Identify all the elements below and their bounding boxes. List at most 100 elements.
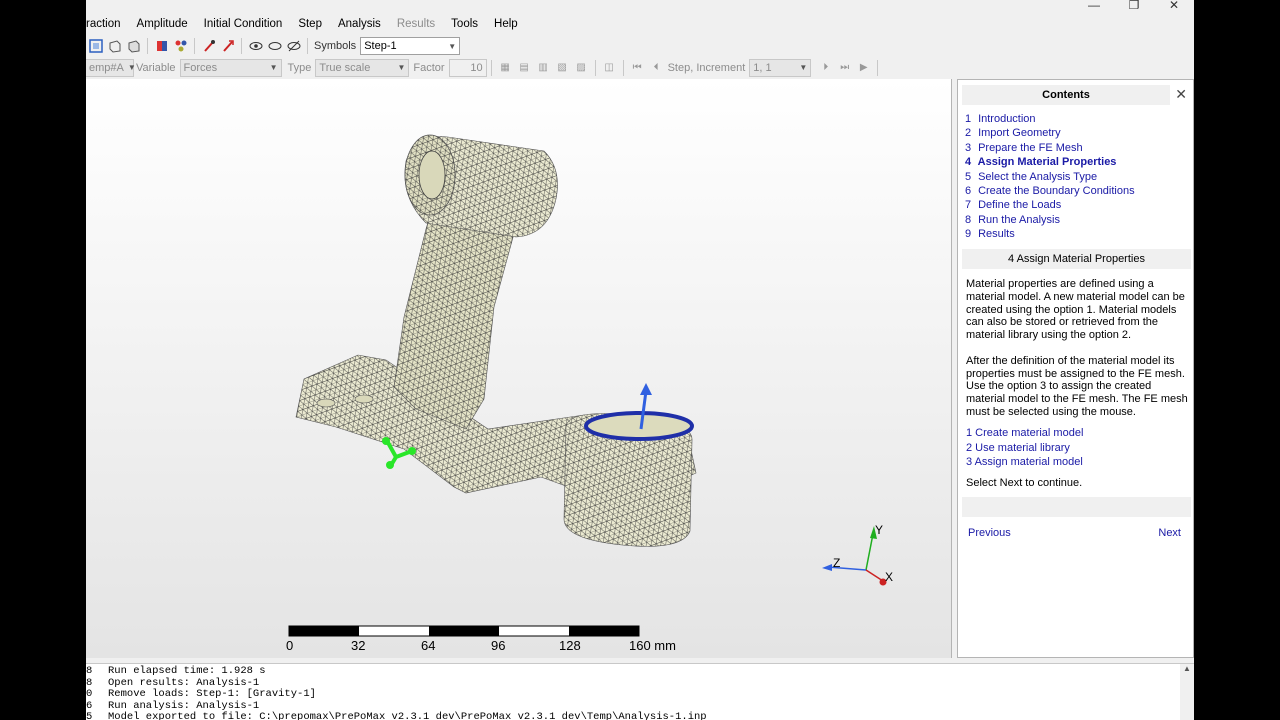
restore-icon[interactable]: ❐ xyxy=(1114,0,1154,12)
contents-toc: 1 Introduction 2 Import Geometry 3 Prepa… xyxy=(965,112,1135,242)
show-icon[interactable] xyxy=(247,38,264,55)
menu-tools[interactable]: Tools xyxy=(443,18,486,30)
animate-icon[interactable]: ▶ xyxy=(855,59,872,76)
log-line-text: Open results: Analysis-1 xyxy=(108,676,260,689)
undeformed-icon[interactable]: ▦ xyxy=(497,59,514,76)
step-select[interactable]: Step-1 ▼ xyxy=(360,37,461,55)
toc-item-import-geometry[interactable]: 2 Import Geometry xyxy=(965,126,1135,140)
minimize-icon[interactable]: — xyxy=(1074,0,1114,12)
toc-label: Run the Analysis xyxy=(978,213,1060,226)
contents-title: Contents xyxy=(962,85,1170,105)
chevron-down-icon: ▼ xyxy=(397,63,406,72)
section-view-icon[interactable] xyxy=(87,38,104,55)
scale-tick: 32 xyxy=(351,638,365,653)
scale-tick: 0 xyxy=(286,638,293,653)
step-increment-select[interactable]: 1, 1 ▼ xyxy=(749,58,812,77)
log-line-text: Remove loads: Step-1: [Gravity-1] xyxy=(108,688,316,701)
toc-item-analysis-type[interactable]: 5 Select the Analysis Type xyxy=(965,170,1135,184)
pick-element-icon[interactable] xyxy=(219,38,236,55)
log-line-number: 5 xyxy=(86,711,93,720)
color-materials-icon[interactable] xyxy=(172,38,189,55)
deformed-color-icon[interactable]: ▥ xyxy=(535,59,552,76)
toc-item-boundary-conditions[interactable]: 6 Create the Boundary Conditions xyxy=(965,184,1135,198)
toc-num: 1 xyxy=(965,113,972,125)
create-material-link[interactable]: 1 Create material model xyxy=(966,426,1083,441)
field-select[interactable]: emp#A ▼ xyxy=(86,58,136,77)
toc-label: Assign Material Properties xyxy=(977,156,1117,169)
next-link[interactable]: Next xyxy=(1158,527,1181,539)
next-increment-icon[interactable]: ⏵ xyxy=(817,59,834,76)
triad-x-label: X xyxy=(885,570,893,584)
transparent-view-icon[interactable] xyxy=(106,38,123,55)
previous-link[interactable]: Previous xyxy=(968,527,1011,539)
chevron-down-icon: ▼ xyxy=(269,63,278,72)
show-only-icon[interactable] xyxy=(285,38,302,55)
output-log[interactable]: 8 Run elapsed time: 1.928 s 8 Open results… xyxy=(86,663,1194,720)
step-increment-label: Step, Increment xyxy=(667,61,746,74)
option-links: 1 Create material model 2 Use material l… xyxy=(966,426,1083,470)
material-library-link[interactable]: 2 Use material library xyxy=(966,441,1083,456)
log-scrollbar[interactable]: ▲ xyxy=(1180,664,1194,720)
menu-analysis[interactable]: Analysis xyxy=(330,18,389,30)
toc-item-assign-material[interactable]: 4 Assign Material Properties xyxy=(965,155,1135,169)
chevron-down-icon: ▼ xyxy=(799,63,808,72)
type-select-value: True scale xyxy=(319,61,371,74)
undeformed-solid-icon[interactable]: ▨ xyxy=(573,59,590,76)
toc-item-results[interactable]: 9 Results xyxy=(965,227,1135,241)
model-scene[interactable]: Y Z X 0 32 64 96 128 160 mm xyxy=(86,79,952,658)
prepomax-window: — ❐ ✕ raction Amplitude Initial Conditio… xyxy=(86,0,1194,720)
chevron-up-icon[interactable]: ▲ xyxy=(1183,664,1191,673)
toolbar-separator xyxy=(622,59,624,76)
scale-tick: 160 mm xyxy=(629,638,676,653)
toc-label: Create the Boundary Conditions xyxy=(978,185,1135,198)
toc-item-run-analysis[interactable]: 8 Run the Analysis xyxy=(965,213,1135,227)
toolbar-symbols: Symbols Step-1 ▼ xyxy=(86,35,1194,57)
menu-step[interactable]: Step xyxy=(290,18,330,30)
assign-material-link[interactable]: 3 Assign material model xyxy=(966,455,1083,470)
menu-initial-condition[interactable]: Initial Condition xyxy=(196,18,291,30)
bracket-model[interactable] xyxy=(295,134,697,547)
factor-input[interactable]: 10 xyxy=(448,58,487,77)
menu-help[interactable]: Help xyxy=(486,18,526,30)
previous-increment-icon[interactable]: ⏴ xyxy=(648,59,665,76)
pick-node-icon[interactable] xyxy=(200,38,217,55)
log-line-number: 8 xyxy=(86,665,93,677)
undeformed-wireframe-icon[interactable]: ▧ xyxy=(554,59,571,76)
chevron-down-icon: ▼ xyxy=(127,63,136,72)
query-icon[interactable]: ◫ xyxy=(601,59,618,76)
shaded-view-icon[interactable] xyxy=(125,38,142,55)
toc-item-prepare-mesh[interactable]: 3 Prepare the FE Mesh xyxy=(965,141,1135,155)
scale-bar: 0 32 64 96 128 160 mm xyxy=(286,625,676,653)
toc-label: Define the Loads xyxy=(978,199,1062,212)
type-label: Type xyxy=(287,61,312,74)
close-window-icon[interactable]: ✕ xyxy=(1154,0,1194,12)
step-increment-value: 1, 1 xyxy=(753,61,772,74)
log-line-text: Run analysis: Analysis-1 xyxy=(108,699,260,712)
toolbar-separator xyxy=(194,38,195,54)
section-title: 4 Assign Material Properties xyxy=(962,249,1191,269)
toolbar-separator xyxy=(147,38,148,54)
section-paragraph: Material properties are defined using a … xyxy=(966,278,1185,342)
menu-amplitude[interactable]: Amplitude xyxy=(129,18,196,30)
toc-num: 2 xyxy=(965,127,972,140)
first-increment-icon[interactable]: ⏮ xyxy=(629,59,646,76)
last-increment-icon[interactable]: ⏭ xyxy=(836,59,853,76)
model-viewport[interactable]: Y Z X 0 32 64 96 128 160 mm xyxy=(86,79,952,658)
section-paragraph: After the definition of the material mod… xyxy=(966,354,1188,418)
menu-results[interactable]: Results xyxy=(389,18,443,30)
toc-item-introduction[interactable]: 1 Introduction xyxy=(965,112,1135,126)
close-icon[interactable]: ✕ xyxy=(1175,87,1187,101)
deformed-icon[interactable]: ▤ xyxy=(516,59,533,76)
step-select-value: Step-1 xyxy=(364,40,397,52)
toolbar-separator xyxy=(241,38,242,54)
type-select[interactable]: True scale ▼ xyxy=(315,58,410,77)
variable-select[interactable]: Forces ▼ xyxy=(179,58,282,77)
triad-y-label: Y xyxy=(875,523,883,537)
menu-interaction[interactable]: raction xyxy=(86,18,129,30)
color-parts-icon[interactable] xyxy=(153,38,170,55)
section-body: Material properties are defined using a … xyxy=(966,278,1188,432)
hide-icon[interactable] xyxy=(266,38,283,55)
toc-item-define-loads[interactable]: 7 Define the Loads xyxy=(965,198,1135,212)
log-line-text: Model exported to file: C:\prepomax\PreP… xyxy=(108,711,707,720)
variable-select-value: Forces xyxy=(183,61,218,74)
